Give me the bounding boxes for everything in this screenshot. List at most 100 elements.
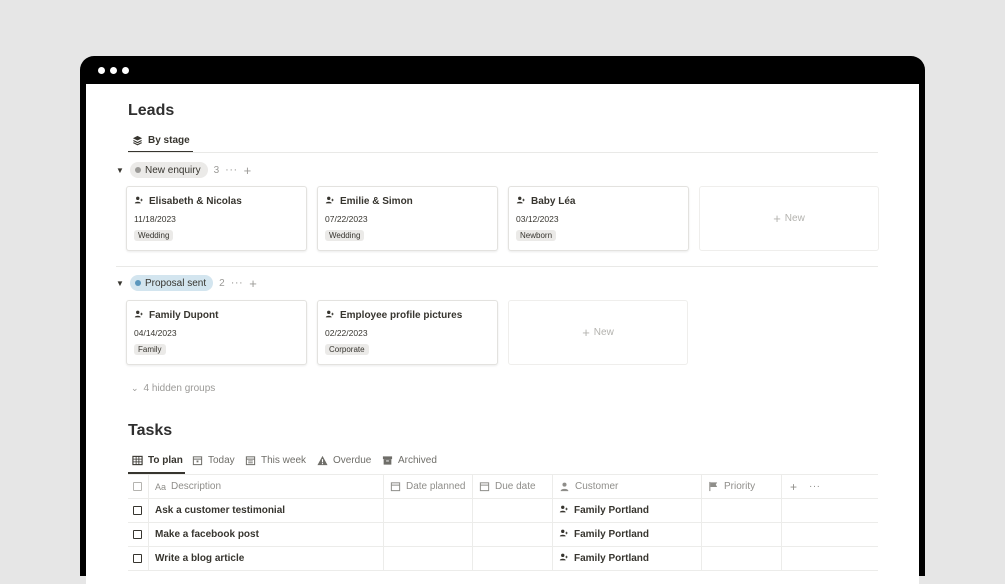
priority-cell[interactable] [702,523,782,546]
status-dot-icon [135,280,141,286]
group-header-proposal-sent[interactable]: ▼ Proposal sent 2 ··· + [116,275,257,291]
lead-card[interactable]: Employee profile pictures 02/22/2023 Cor… [317,300,498,365]
person-icon [559,552,569,565]
column-label: Due date [495,481,536,492]
lead-tag: Newborn [516,230,557,241]
collapse-caret-icon[interactable]: ▼ [116,279,124,288]
customer-name: Family Portland [574,553,650,564]
select-all-cell[interactable] [128,475,149,498]
tab-this-week[interactable]: This week [245,453,306,467]
add-icon[interactable]: + [244,163,252,178]
more-icon[interactable]: ··· [231,277,244,289]
new-card-button[interactable]: + New [508,300,688,365]
hidden-groups-toggle[interactable]: ⌄ 4 hidden groups [131,383,215,394]
tab-overdue[interactable]: Overdue [317,453,371,467]
more-icon[interactable]: ··· [809,481,821,492]
tab-by-stage[interactable]: By stage [132,133,190,147]
customer-cell[interactable]: Family Portland [553,523,702,546]
column-header-priority[interactable]: Priority [702,475,782,498]
table-header-row: Aa Description Date planned Due date Cus… [128,474,878,499]
priority-cell[interactable] [702,499,782,522]
table-row[interactable]: Write a blog article Family Portland [128,547,878,571]
lead-name: Employee profile pictures [340,310,463,321]
group-divider [116,266,878,267]
new-card-button[interactable]: + New [699,186,879,251]
description-cell[interactable]: Make a facebook post [149,523,384,546]
lead-date: 03/12/2023 [516,214,559,224]
column-label: Description [171,481,222,492]
row-checkbox-cell[interactable] [128,547,149,570]
more-icon[interactable]: ··· [225,164,238,176]
due-date-cell[interactable] [473,523,553,546]
column-header-due-date[interactable]: Due date [473,475,553,498]
due-date-cell[interactable] [473,547,553,570]
lead-name: Elisabeth & Nicolas [149,196,242,207]
checkbox-icon[interactable] [133,482,142,491]
tab-archived[interactable]: Archived [382,453,437,467]
customer-cell[interactable]: Family Portland [553,499,702,522]
row-checkbox-cell[interactable] [128,523,149,546]
calendar-icon [390,481,401,492]
person-icon [559,481,570,492]
window-dot[interactable] [98,67,105,74]
lead-name: Baby Léa [531,196,576,207]
customer-cell[interactable]: Family Portland [553,547,702,570]
tab-label: Archived [398,454,437,466]
archive-icon [382,455,393,466]
date-planned-cell[interactable] [384,547,473,570]
window-dot[interactable] [122,67,129,74]
group-pill: New enquiry [130,162,208,178]
app-window: Leads By stage ▼ New enquiry 3 ··· + Eli… [80,56,925,584]
person-icon [516,195,526,208]
add-column-icon[interactable]: + [790,480,797,494]
add-icon[interactable]: + [249,276,257,291]
priority-cell[interactable] [702,547,782,570]
hidden-groups-label: 4 hidden groups [143,383,216,394]
lead-card[interactable]: Family Dupont 04/14/2023 Family [126,300,307,365]
person-icon [559,504,569,517]
lead-name: Emilie & Simon [340,196,413,207]
tab-to-plan[interactable]: To plan [132,453,183,467]
lead-date: 11/18/2023 [134,214,176,224]
checkbox-icon[interactable] [133,530,142,539]
checkbox-icon[interactable] [133,554,142,563]
lead-card[interactable]: Baby Léa 03/12/2023 Newborn [508,186,689,251]
description-cell[interactable]: Ask a customer testimonial [149,499,384,522]
row-checkbox-cell[interactable] [128,499,149,522]
lead-tag: Wedding [134,230,174,241]
date-planned-cell[interactable] [384,499,473,522]
tab-label: This week [261,454,307,466]
text-property-icon: Aa [155,481,167,492]
column-header-date-planned[interactable]: Date planned [384,475,473,498]
chevron-down-icon: ⌄ [131,383,139,393]
window-controls [98,67,129,74]
group-header-new-enquiry[interactable]: ▼ New enquiry 3 ··· + [116,162,252,178]
table-row[interactable]: Make a facebook post Family Portland [128,523,878,547]
column-header-description[interactable]: Aa Description [149,475,384,498]
person-icon [325,195,335,208]
tab-label: To plan [148,454,183,466]
plus-icon: + [773,211,781,226]
date-planned-cell[interactable] [384,523,473,546]
group-count: 3 [213,164,220,176]
description-cell[interactable]: Write a blog article [149,547,384,570]
tasks-table: Aa Description Date planned Due date Cus… [128,474,878,571]
checkbox-icon[interactable] [133,506,142,515]
person-icon [559,528,569,541]
person-icon [134,309,144,322]
group-pill: Proposal sent [130,275,214,291]
lead-date: 02/22/2023 [325,328,368,338]
tab-today[interactable]: Today [192,453,235,467]
column-header-customer[interactable]: Customer [553,475,702,498]
due-date-cell[interactable] [473,499,553,522]
lead-card[interactable]: Emilie & Simon 07/22/2023 Wedding [317,186,498,251]
table-row[interactable]: Ask a customer testimonial Family Portla… [128,499,878,523]
new-label: New [593,327,614,338]
collapse-caret-icon[interactable]: ▼ [116,166,124,175]
lead-date: 07/22/2023 [325,214,368,224]
lead-card[interactable]: Elisabeth & Nicolas 11/18/2023 Wedding [126,186,307,251]
customer-name: Family Portland [574,505,650,516]
window-dot[interactable] [110,67,117,74]
status-dot-icon [135,167,141,173]
column-actions: + ··· [782,475,878,498]
